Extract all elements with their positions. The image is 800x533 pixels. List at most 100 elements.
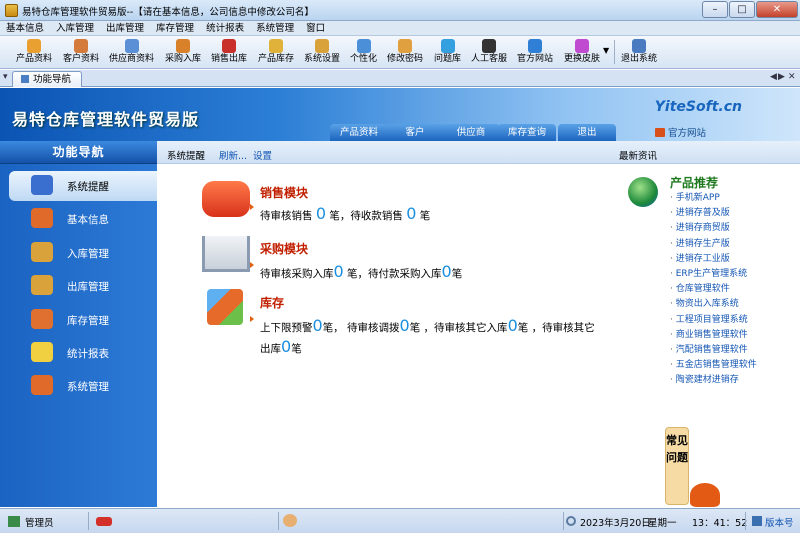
tab-scroll-right-icon[interactable]: ▶ <box>778 72 785 82</box>
official-site-link[interactable]: 官方网站 <box>655 125 706 139</box>
stock-other-out-count[interactable]: 0 <box>281 337 291 356</box>
status-separator <box>745 512 746 530</box>
news-item[interactable]: 物资出入库系统 <box>670 297 757 312</box>
sidebar-item-reports[interactable]: 统计报表 <box>9 338 157 368</box>
purchase-section: 采购模块 待审核采购入库0 笔，待付款采购入库0笔 <box>157 235 617 285</box>
qq-icon <box>440 39 455 53</box>
toolbar-faq-button[interactable]: 问题库 <box>434 38 461 68</box>
toolbar-stock-button[interactable]: 产品库存 <box>258 38 294 68</box>
menu-inbound[interactable]: 入库管理 <box>56 21 94 35</box>
key-icon <box>398 39 412 53</box>
stock-warning-count[interactable]: 0 <box>313 316 323 335</box>
shopping-cart-icon <box>202 236 250 272</box>
stock-other-in-count[interactable]: 0 <box>508 316 518 335</box>
sidebar-item-reminder[interactable]: 系统提醒 <box>9 171 157 201</box>
sidebar-item-system[interactable]: 系统管理 <box>9 371 157 401</box>
tab-nav-icon <box>21 75 29 83</box>
box-out-icon <box>31 275 53 295</box>
stock-section: 库存 上下限预警0笔， 待审核调拨0笔 ，待审核其它入库0笔 ，待审核其它 出库… <box>157 287 627 357</box>
sidebar-heading: 功能导航 <box>0 141 157 164</box>
toolbar-product-button[interactable]: 产品资料 <box>16 38 52 68</box>
news-item[interactable]: ERP生产管理系统 <box>670 267 757 282</box>
toolbar-website-button[interactable]: 官方网站 <box>517 38 553 68</box>
menu-window[interactable]: 窗口 <box>306 21 325 35</box>
toolbar-supplier-button[interactable]: 供应商资料 <box>109 38 154 68</box>
sidebar-item-basic-info[interactable]: 基本信息 <box>9 204 157 234</box>
banner: 易特仓库管理软件贸易版 YiteSoft.cn 产品资料 客户 供应商 库存查询… <box>0 88 800 141</box>
tab-function-nav[interactable]: 功能导航 <box>12 71 82 87</box>
news-item[interactable]: 进销存商贸版 <box>670 221 757 236</box>
banner-nav-exit[interactable]: 退出 <box>558 124 616 141</box>
version-link[interactable]: 版本号 <box>765 515 794 529</box>
sales-receivable-count[interactable]: 0 <box>406 204 416 223</box>
toolbar-customer-button[interactable]: 客户资料 <box>63 38 99 68</box>
tab-pin-icon[interactable]: ▾ <box>3 72 8 82</box>
toolbar-purchase-in-button[interactable]: 采购入库 <box>165 38 201 68</box>
settings-link[interactable]: 设置 <box>253 148 272 162</box>
menu-basic-info[interactable]: 基本信息 <box>6 21 44 35</box>
toolbar-exit-button[interactable]: 退出系统 <box>621 38 657 68</box>
title-bar: 易特仓库管理软件贸易版--【请在基本信息，公司信息中修改公司名】 – □ ✕ <box>0 0 800 21</box>
menu-inventory[interactable]: 库存管理 <box>156 21 194 35</box>
toolbar-skin-button[interactable]: 更换皮肤 <box>564 38 600 68</box>
news-item[interactable]: 五金店销售管理软件 <box>670 358 757 373</box>
status-separator <box>88 512 89 530</box>
menu-outbound[interactable]: 出库管理 <box>106 21 144 35</box>
news-item[interactable]: 商业销售管理软件 <box>670 328 757 343</box>
news-item[interactable]: 进销存生产版 <box>670 237 757 252</box>
chart-bubble-icon <box>31 342 53 362</box>
minimize-button[interactable]: – <box>702 1 728 18</box>
news-item[interactable]: 陶瓷建材进销存 <box>670 373 757 388</box>
sidebar-item-outbound[interactable]: 出库管理 <box>9 271 157 301</box>
purchase-pending-count[interactable]: 0 <box>334 262 344 281</box>
tab-scroll-left-icon[interactable]: ◀ <box>770 72 777 82</box>
close-button[interactable]: ✕ <box>756 1 798 18</box>
news-item[interactable]: 仓库管理软件 <box>670 282 757 297</box>
banner-nav-stock-query[interactable]: 库存查询 <box>498 124 556 141</box>
toolbar-support-button[interactable]: 人工客服 <box>471 38 507 68</box>
mascot-icon <box>690 483 720 507</box>
purchase-payable-count[interactable]: 0 <box>442 262 452 281</box>
menu-reports[interactable]: 统计报表 <box>206 21 244 35</box>
penguin-icon <box>482 39 496 53</box>
exit-icon <box>632 39 646 53</box>
menu-system[interactable]: 系统管理 <box>256 21 294 35</box>
news-item[interactable]: 进销存普及版 <box>670 206 757 221</box>
download-globe-icon <box>628 177 658 207</box>
sidebar-item-inventory[interactable]: 库存管理 <box>9 305 157 335</box>
sidebar-item-inbound[interactable]: 入库管理 <box>9 238 157 268</box>
news-item[interactable]: 手机新APP <box>670 191 757 206</box>
support-avatar-icon[interactable] <box>283 514 297 527</box>
toolbar-personalize-button[interactable]: 个性化 <box>350 38 377 68</box>
toolbar-sales-out-button[interactable]: 销售出库 <box>211 38 247 68</box>
tab-close-icon[interactable]: ✕ <box>788 72 796 82</box>
truck-icon <box>176 39 190 53</box>
news-item[interactable]: 汽配销售管理软件 <box>670 343 757 358</box>
vip-icon[interactable] <box>96 517 112 526</box>
maximize-button[interactable]: □ <box>729 1 755 18</box>
toolbar-settings-button[interactable]: 系统设置 <box>304 38 340 68</box>
refresh-link[interactable]: 刷新... <box>219 148 247 162</box>
news-item[interactable]: 进销存工业版 <box>670 252 757 267</box>
stock-transfer-count[interactable]: 0 <box>400 316 410 335</box>
sub-toolbar: 系统提醒 刷新... 设置 最新资讯 <box>157 141 800 164</box>
home-icon <box>655 128 665 137</box>
customer-icon <box>74 39 88 53</box>
stock-stats-line2: 出库0笔 <box>260 337 302 356</box>
faq-button[interactable]: 常见问题 <box>665 427 689 505</box>
warehouse-icon <box>31 309 53 329</box>
sale-car-icon <box>202 181 250 217</box>
banner-nav-product[interactable]: 产品资料 <box>330 124 388 141</box>
version-icon <box>752 516 762 526</box>
banner-nav-supplier[interactable]: 供应商 <box>442 124 500 141</box>
purchase-heading: 采购模块 <box>260 242 309 256</box>
sales-pending-count[interactable]: 0 <box>316 204 326 223</box>
purchase-stats: 待审核采购入库0 笔，待付款采购入库0笔 <box>260 262 463 281</box>
banner-nav-customer[interactable]: 客户 <box>386 124 444 141</box>
stock-heading: 库存 <box>260 296 285 310</box>
news-item[interactable]: 工程项目管理系统 <box>670 313 757 328</box>
toolbar-password-button[interactable]: 修改密码 <box>387 38 423 68</box>
supplier-icon <box>124 39 139 53</box>
status-time: 13：41：52 <box>692 518 748 529</box>
app-icon <box>5 4 18 17</box>
